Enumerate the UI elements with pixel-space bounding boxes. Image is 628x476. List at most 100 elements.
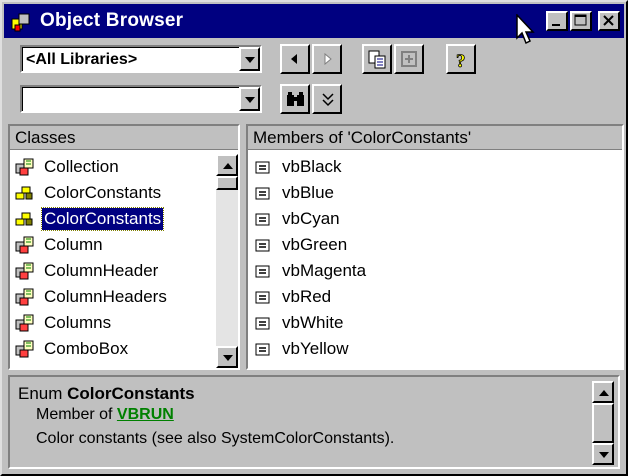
close-button[interactable] [598, 11, 620, 31]
class-item[interactable]: ColorConstants [10, 206, 238, 232]
class-item[interactable]: Columns [10, 310, 238, 336]
classes-header-label: Classes [15, 128, 76, 147]
object-browser-app-icon [11, 13, 30, 32]
maximize-button[interactable] [570, 11, 592, 31]
help-button[interactable]: ? [446, 44, 476, 74]
class-icon [14, 339, 36, 359]
member-item-label: vbBlue [282, 183, 334, 202]
enum-icon [14, 209, 36, 229]
constant-icon [252, 209, 274, 229]
class-icon [14, 261, 36, 281]
details-scrollbar[interactable] [592, 381, 614, 465]
member-item-label: vbRed [282, 287, 332, 306]
constant-icon [252, 313, 274, 333]
details-panel: Enum ColorConstants Member of VBRUN Colo… [8, 375, 620, 469]
class-icon [14, 235, 36, 255]
maximize-icon [574, 14, 587, 26]
members-header-label: Members of 'ColorConstants' [253, 128, 472, 147]
object-browser-window: Object Browser <All Libraries> ? Classes… [0, 0, 628, 476]
details-scroll-down-button[interactable] [592, 443, 614, 465]
class-item[interactable]: Collection [10, 154, 238, 180]
window-title: Object Browser [40, 10, 184, 31]
class-item-label: Column [44, 235, 103, 254]
member-item-label: vbYellow [282, 339, 349, 358]
search-button[interactable] [280, 84, 310, 114]
arrow-up-icon [599, 390, 609, 396]
member-of-link[interactable]: VBRUN [117, 406, 174, 423]
class-item[interactable]: ColumnHeader [10, 258, 238, 284]
chevron-down-icon [245, 97, 255, 103]
class-item-label: Collection [44, 157, 119, 176]
member-item[interactable]: vbMagenta [248, 258, 622, 284]
class-icon [14, 157, 36, 177]
arrow-down-icon [599, 452, 609, 458]
mouse-cursor-icon [516, 14, 535, 45]
show-search-results-button[interactable] [312, 84, 342, 114]
library-dropdown-button[interactable] [239, 47, 260, 71]
constant-icon [252, 261, 274, 281]
member-item[interactable]: vbWhite [248, 310, 622, 336]
search-combo[interactable] [20, 85, 262, 113]
class-item-label: ComboBox [44, 339, 129, 358]
class-item-label: Columns [44, 313, 112, 332]
library-combo[interactable]: <All Libraries> [20, 45, 262, 73]
scroll-thumb[interactable] [216, 176, 238, 190]
close-icon [603, 15, 614, 26]
constant-icon [252, 287, 274, 307]
constant-icon [252, 157, 274, 177]
class-item[interactable]: ComboBox [10, 336, 238, 362]
scroll-up-button[interactable] [216, 154, 238, 176]
search-dropdown-button[interactable] [239, 87, 260, 111]
member-item-label: vbBlack [282, 157, 342, 176]
member-item[interactable]: vbYellow [248, 336, 622, 362]
scroll-down-button[interactable] [216, 346, 238, 368]
member-item[interactable]: vbCyan [248, 206, 622, 232]
classes-header: Classes [10, 126, 238, 150]
details-name: ColorConstants [67, 384, 195, 403]
library-combo-value: <All Libraries> [26, 51, 138, 68]
members-header: Members of 'ColorConstants' [248, 126, 622, 150]
copy-to-clipboard-button[interactable] [362, 44, 392, 74]
member-item[interactable]: vbGreen [248, 232, 622, 258]
enum-icon [14, 183, 36, 203]
go-back-button[interactable] [280, 44, 310, 74]
class-item[interactable]: ColorConstants [10, 180, 238, 206]
member-item-label: vbCyan [282, 209, 340, 228]
details-scroll-up-button[interactable] [592, 381, 614, 403]
details-kind: Enum [18, 384, 68, 403]
details-scroll-thumb[interactable] [592, 403, 614, 443]
binoculars-icon [287, 92, 304, 106]
view-definition-icon [401, 51, 417, 67]
member-of-prefix: Member of [36, 406, 117, 423]
arrow-up-icon [223, 163, 233, 169]
minimize-button[interactable] [546, 11, 568, 31]
constant-icon [252, 183, 274, 203]
arrow-down-icon [223, 355, 233, 361]
class-item[interactable]: Column [10, 232, 238, 258]
members-pane: Members of 'ColorConstants' vbBlack vbBlu… [246, 124, 624, 370]
member-item[interactable]: vbRed [248, 284, 622, 310]
details-description: Color constants (see also SystemColorCon… [36, 430, 395, 447]
class-item-label: ColumnHeaders [44, 287, 167, 306]
member-item[interactable]: vbBlack [248, 154, 622, 180]
details-title: Enum ColorConstants [18, 383, 195, 405]
class-icon [14, 287, 36, 307]
class-icon [14, 313, 36, 333]
go-forward-button[interactable] [312, 44, 342, 74]
constant-icon [252, 235, 274, 255]
details-member-of: Member of VBRUN [36, 405, 174, 425]
class-item-label: ColorConstants [40, 207, 165, 231]
class-item-label: ColumnHeader [44, 261, 159, 280]
member-item[interactable]: vbBlue [248, 180, 622, 206]
class-item-label: ColorConstants [44, 183, 162, 202]
constant-icon [252, 339, 274, 359]
svg-text:?: ? [456, 51, 466, 71]
chevron-down-icon [245, 57, 255, 63]
classes-scrollbar[interactable] [216, 154, 238, 368]
member-item-label: vbGreen [282, 235, 348, 254]
class-item[interactable]: ColumnHeaders [10, 284, 238, 310]
help-question-icon: ? [456, 51, 466, 71]
view-definition-button[interactable] [394, 44, 424, 74]
classes-pane: Classes Collection ColorConstants ColorCon… [8, 124, 240, 370]
member-item-label: vbWhite [282, 313, 344, 332]
